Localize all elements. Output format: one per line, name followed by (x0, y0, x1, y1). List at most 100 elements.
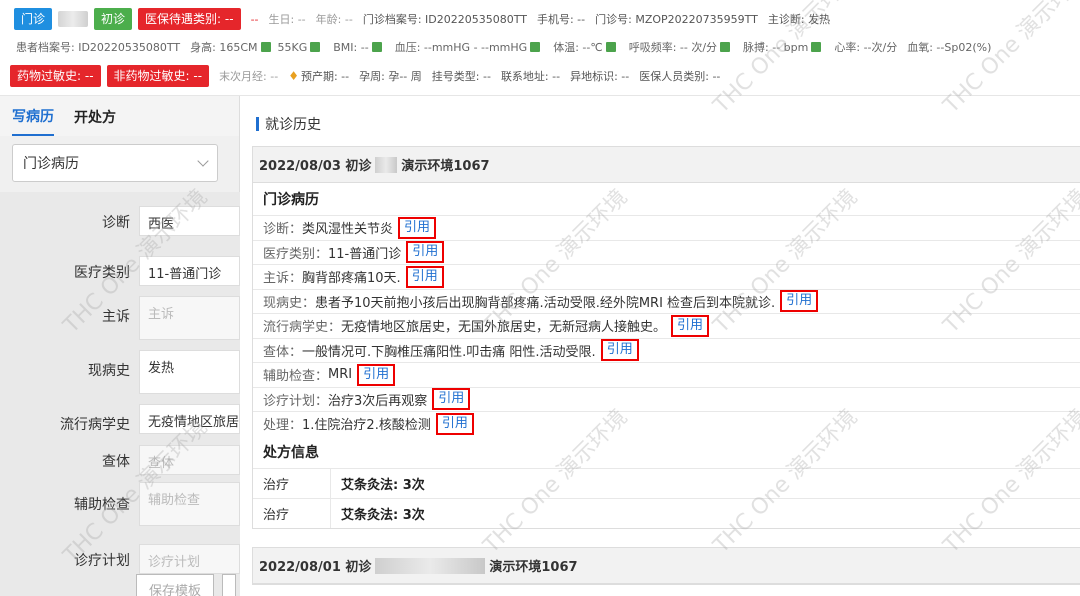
chart-icon[interactable] (605, 42, 616, 52)
record-type-value: 门诊病历 (23, 156, 79, 172)
birthday: 生日: -- (268, 13, 306, 26)
reg-type: 挂号类型: -- (431, 70, 491, 83)
physical-exam-input[interactable]: 查体 (139, 445, 240, 475)
remote-flag: 异地标识: -- (570, 70, 630, 83)
record-editor-panel: 写病历 开处方 门诊病历 诊断 西医 医疗类别 11-普通门诊 主诉 主诉 现病史 发热… (0, 96, 240, 596)
field-label: 查体 (102, 454, 130, 470)
record-no: 门诊档案号: ID20220535080TT (362, 13, 527, 26)
record-row: 诊断： 类风湿性关节炎 引用 (253, 215, 1080, 240)
treatment-plan-input[interactable]: 诊疗计划 (139, 544, 240, 574)
field-label: 现病史 (88, 363, 130, 379)
header-row-2: 患者档案号: ID20220535080TT 身高: 165CM 55KG BM… (16, 35, 991, 59)
insurance-tag: 医保待遇类别: -- (138, 8, 241, 30)
temperature: 体温: --℃ (553, 41, 603, 54)
record-title: 门诊病历 (263, 192, 319, 208)
quote-button[interactable]: 引用 (671, 314, 710, 337)
quote-button[interactable]: 引用 (405, 265, 444, 288)
spo2: 血氧: --Sp02(%) (907, 41, 992, 54)
pregnancy-icon: ♦ (288, 69, 299, 83)
chief-complaint-input[interactable]: 主诉 (139, 296, 240, 340)
tab-prescribe[interactable]: 开处方 (74, 97, 116, 135)
height: 身高: 165CM (190, 41, 258, 54)
chart-icon[interactable] (371, 42, 382, 52)
rx-item: 艾条灸法: 3次 (341, 477, 425, 493)
prescription-row: 治疗 艾条灸法: 3次 (253, 467, 1080, 498)
quote-button[interactable]: 引用 (435, 412, 474, 435)
record-form: 诊断 西医 医疗类别 11-普通门诊 主诉 主诉 现病史 发热 流行病学史 无疫情地区旅居… (0, 192, 240, 596)
next-button[interactable] (222, 574, 237, 596)
diagnosis-select[interactable]: 西医 (139, 206, 240, 236)
record-row: 医疗类别： 11-普通门诊 引用 (253, 239, 1080, 265)
record-type-select[interactable]: 门诊病历 (12, 144, 218, 182)
visit-clinic: 演示环境1067 (401, 159, 490, 174)
quote-button[interactable]: 引用 (357, 363, 396, 386)
address: 联系地址: -- (500, 70, 561, 83)
chart-icon[interactable] (530, 42, 541, 52)
rx-type: 治疗 (253, 468, 331, 498)
save-template-button[interactable]: 保存模板 (136, 574, 215, 596)
patient-record: 患者档案号: ID20220535080TT (16, 41, 181, 54)
record-row: 主诉： 胸背部疼痛10天. 引用 (253, 264, 1080, 289)
record-row: 查体： 一般情况可.下胸椎压痛阳性.叩击痛 阳性.活动受限. 引用 (253, 337, 1080, 363)
record-row: 现病史： 患者予10天前抱小孩后出现胸背部疼痛.活动受限.经外院MRI 检查后到本… (253, 288, 1080, 314)
section-title: 就诊历史 (256, 114, 321, 134)
editor-tabs: 写病历 开处方 (0, 96, 239, 136)
visit-clinic: 演示环境1067 (489, 560, 578, 575)
visit-header[interactable]: 2022/08/03 初诊 演示环境1067 (253, 147, 1080, 183)
tab-write-record[interactable]: 写病历 (12, 96, 54, 136)
quote-button[interactable]: 引用 (398, 216, 437, 239)
record-row: 辅助检查： MRI 引用 (253, 362, 1080, 387)
weight: 55KG (277, 40, 308, 54)
insured-type: 医保人员类别: -- (639, 70, 721, 83)
chart-icon[interactable] (720, 42, 731, 52)
field-label: 流行病学史 (60, 417, 130, 433)
insurance-extra: -- (250, 12, 259, 26)
field-label: 医疗类别 (74, 265, 130, 281)
rx-item: 艾条灸法: 3次 (341, 507, 425, 523)
chart-icon[interactable] (260, 42, 271, 52)
chevron-down-icon (197, 155, 209, 167)
outpatient-no: 门诊号: MZOP20220735959TT (595, 13, 758, 26)
nondrug-allergy-tag: 非药物过敏史: -- (106, 65, 210, 87)
visit-date: 2022/08/01 初诊 (259, 560, 372, 575)
record-row: 处理： 1.住院治疗2.核酸检测 引用 (253, 411, 1080, 436)
medical-category-select[interactable]: 11-普通门诊 (139, 256, 240, 286)
quote-button[interactable]: 引用 (600, 339, 639, 362)
pulse: 脉搏: -- bpm (743, 41, 809, 54)
visit-history-panel: 就诊历史 2022/08/03 初诊 演示环境1067 门诊病历 诊断： 类风湿性… (241, 96, 1080, 596)
last-period: 末次月经: -- (219, 70, 279, 83)
heart-rate: 心率: --次/分 (834, 41, 898, 54)
bmi: BMI: -- (333, 40, 369, 54)
epidemiology-input[interactable]: 无疫情地区旅居 (139, 404, 240, 434)
field-label: 诊断 (102, 215, 130, 231)
editor-actions: 保存模板 (136, 574, 237, 596)
doctor-name-blurred (375, 156, 398, 173)
respiration: 呼吸频率: -- 次/分 (628, 41, 718, 54)
visit-date: 2022/08/03 初诊 (259, 159, 372, 174)
quote-button[interactable]: 引用 (780, 290, 819, 313)
auxiliary-exam-input[interactable]: 辅助检查 (139, 482, 240, 526)
chart-icon[interactable] (811, 42, 822, 52)
prescription-row: 治疗 艾条灸法: 3次 (253, 497, 1080, 528)
quote-button[interactable]: 引用 (406, 241, 445, 264)
rx-type: 治疗 (253, 498, 331, 528)
present-illness-input[interactable]: 发热 (139, 350, 240, 394)
field-label: 辅助检查 (74, 497, 130, 513)
visit-type-tag: 门诊 (14, 8, 53, 30)
header-row-1: 门诊 初诊 医保待遇类别: -- -- 生日: -- 年龄: -- 门诊档案号:… (14, 7, 830, 31)
field-label: 主诉 (102, 309, 130, 325)
quote-button[interactable]: 引用 (432, 388, 471, 411)
record-row: 流行病学史： 无疫情地区旅居史，无国外旅居史，无新冠病人接触史。 引用 (253, 313, 1080, 338)
chart-icon[interactable] (310, 42, 321, 52)
preg-week: 孕周: 孕-- 周 (359, 70, 422, 83)
visit-header[interactable]: 2022/08/01 初诊 演示环境1067 (253, 548, 1080, 584)
visit-card: 2022/08/03 初诊 演示环境1067 门诊病历 诊断： 类风湿性关节炎 引用… (252, 146, 1080, 529)
first-visit-tag: 初诊 (94, 8, 133, 30)
record-row: 诊疗计划： 治疗3次后再观察 引用 (253, 386, 1080, 412)
blood-pressure: 血压: --mmHG - --mmHG (394, 41, 528, 54)
patient-name-blurred (58, 11, 89, 27)
header-row-3: 药物过敏史: -- 非药物过敏史: -- 末次月经: -- ♦ 预产期: -- 孕… (10, 64, 720, 88)
due-date: ♦ 预产期: -- (288, 69, 350, 83)
visit-card: 2022/08/01 初诊 演示环境1067 (252, 547, 1080, 585)
phone: 手机号: -- (536, 13, 586, 26)
